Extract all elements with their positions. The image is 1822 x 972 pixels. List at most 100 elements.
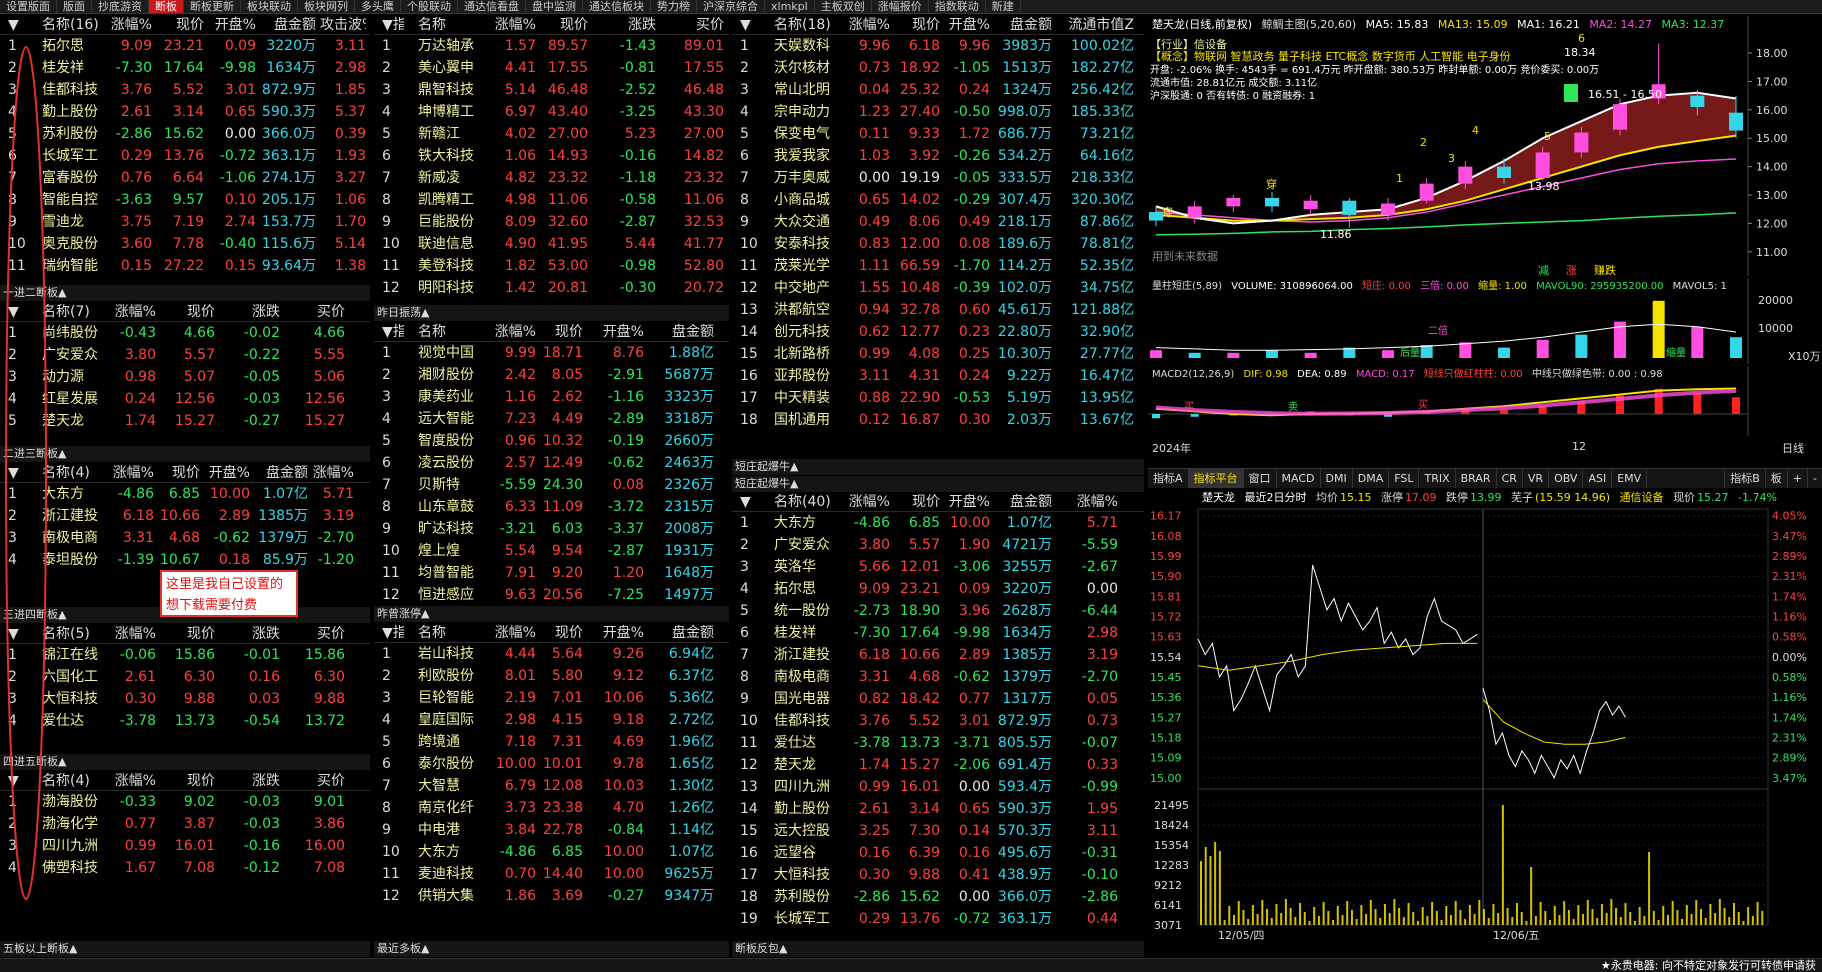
stock-name[interactable]: 安泰科技 — [774, 233, 842, 255]
column-header[interactable]: 现价 — [154, 15, 204, 35]
volume-plot[interactable]: 20000 10000 X10万 后量二倍缩量 — [1148, 278, 1822, 364]
column-header[interactable]: 开盘% — [942, 492, 990, 512]
stock-name[interactable]: 南京化纤 — [418, 797, 480, 819]
indicator-tab[interactable]: ASI — [1583, 469, 1613, 488]
layout-tab[interactable]: 板块网列 — [298, 0, 355, 13]
table-row[interactable]: 2 湘财股份 2.42 8.05 -2.91 5687万 — [374, 364, 729, 386]
column-header[interactable]: 现价 — [538, 322, 583, 342]
table-row[interactable]: 15 远大控股 3.25 7.30 0.14 570.3万 3.11 — [732, 820, 1144, 842]
list-panel-right[interactable]: ▼ 名称(18) 涨幅% 现价 开盘% 盘金额 流通市值Z 1 天娱数科 9.96 6.18 9.96… — [732, 15, 1144, 475]
table-row[interactable]: 10 大东方 -4.86 6.85 10.00 1.07亿 — [374, 841, 729, 863]
table-row[interactable]: 11 茂莱光学 1.11 66.59 -1.70 114.2万 52.35亿 — [732, 255, 1144, 277]
stock-name[interactable]: 远望谷 — [774, 842, 842, 864]
stock-name[interactable]: 万达轴承 — [418, 35, 480, 57]
table-row[interactable]: 11 均普智能 7.91 9.20 1.20 1648万 — [374, 562, 729, 584]
table-row[interactable]: 2 沃尔核材 0.73 18.92 -1.05 1513万 182.27亿 — [732, 57, 1144, 79]
stock-name[interactable]: 统一股份 — [774, 600, 842, 622]
stock-name[interactable]: 天娱数科 — [774, 35, 842, 57]
column-header[interactable]: 买价 — [285, 624, 345, 644]
stock-name[interactable]: 明阳科技 — [418, 277, 480, 299]
table-row[interactable]: 4 远大智能 7.23 4.49 -2.89 3318万 — [374, 408, 729, 430]
column-header[interactable]: 涨跌 — [596, 15, 656, 35]
table-row[interactable]: 5 智度股份 0.96 10.32 -0.19 2660万 — [374, 430, 729, 452]
indicator-tab[interactable]: 指标A — [1148, 469, 1189, 488]
stock-name[interactable]: 国光电器 — [774, 688, 842, 710]
column-header[interactable]: 涨跌 — [220, 771, 280, 791]
table-row[interactable]: 17 中天精装 0.88 22.90 -0.53 5.19万 13.95亿 — [732, 387, 1144, 409]
column-header[interactable]: 现价 — [156, 463, 200, 483]
volume-chart-panel[interactable]: 量柱短庄(5,89) VOLUME: 310896064.00 短庄: 0.00… — [1148, 278, 1822, 364]
layout-tab[interactable]: 势力榜 — [651, 0, 697, 13]
column-header[interactable]: ▼指 — [382, 322, 404, 342]
column-header[interactable]: 现价 — [538, 15, 588, 35]
stock-name[interactable]: 凯腾精工 — [418, 189, 480, 211]
stock-name[interactable]: 保变电气 — [774, 123, 842, 145]
column-header[interactable]: 买价 — [285, 771, 345, 791]
timeshare-plot[interactable]: 16.17 16.08 15.99 15.90 15.81 15.72 15.63 15.54… — [1148, 489, 1822, 943]
column-header[interactable]: 开盘% — [942, 15, 990, 35]
indicator-tab[interactable]: DMI — [1321, 469, 1353, 488]
table-row[interactable]: 1 视觉中国 9.99 18.71 8.76 1.88亿 — [374, 342, 729, 364]
table-row[interactable]: 5 新赣江 4.02 27.00 5.23 27.00 — [374, 123, 729, 145]
table-row[interactable]: 14 勤上股份 2.61 3.14 0.65 590.3万 1.95 — [732, 798, 1144, 820]
stock-name[interactable]: 大众交通 — [774, 211, 842, 233]
table-row[interactable]: 7 万丰奥威 0.00 19.19 -0.05 333.5万 218.33亿 — [732, 167, 1144, 189]
table-row[interactable]: 1 万达轴承 1.57 89.57 -1.43 89.01 — [374, 35, 729, 57]
column-header[interactable]: 流通市值Z — [1054, 15, 1134, 35]
table-row[interactable]: 2 美心翼申 4.41 17.55 -0.81 17.55 — [374, 57, 729, 79]
stock-name[interactable]: 国机通用 — [774, 409, 842, 431]
layout-tab[interactable]: 断板更新 — [184, 0, 241, 13]
stock-name[interactable]: 坤博精工 — [418, 101, 480, 123]
table-row[interactable]: 1 大东方 -4.86 6.85 10.00 1.07亿 5.71 — [732, 512, 1144, 534]
stock-name[interactable]: 勤上股份 — [774, 798, 842, 820]
table-row[interactable]: 11 麦迪科技 0.70 14.40 10.00 9625万 — [374, 863, 729, 885]
stock-name[interactable]: 巨能股份 — [418, 211, 480, 233]
table-row[interactable]: 5 跨境通 7.18 7.31 4.69 1.96亿 — [374, 731, 729, 753]
stock-name[interactable]: 跨境通 — [418, 731, 480, 753]
stock-name[interactable]: 茂莱光学 — [774, 255, 842, 277]
stock-name[interactable]: 联迪信息 — [418, 233, 480, 255]
column-header[interactable]: 盘金额 — [252, 463, 308, 483]
table-row[interactable]: 13 四川九洲 0.99 16.01 0.00 593.4万 -0.99 — [732, 776, 1144, 798]
macd-chart-panel[interactable]: MACD2(12,26,9) DIF: 0.98 DEA: 0.89 MACD:… — [1148, 366, 1822, 454]
layout-tab[interactable]: 指数联动 — [929, 0, 986, 13]
table-row[interactable]: 10 佳都科技 3.76 5.52 3.01 872.9万 0.73 — [732, 710, 1144, 732]
macd-plot[interactable]: 买卖买 — [1148, 366, 1822, 454]
table-row[interactable]: 9 国光电器 0.82 18.42 0.77 1317万 0.05 — [732, 688, 1144, 710]
column-header[interactable]: 现价 — [538, 623, 583, 643]
column-header[interactable]: 涨幅% — [108, 463, 154, 483]
panel-footer-tab[interactable]: 五板以上断板▲ — [0, 941, 370, 957]
column-header[interactable]: 名称(40) — [774, 492, 842, 512]
stock-name[interactable]: 苏利股份 — [774, 886, 842, 908]
stock-name[interactable]: 大智慧 — [418, 775, 480, 797]
stock-name[interactable]: 智度股份 — [418, 430, 480, 452]
stock-name[interactable]: 广安爱众 — [774, 534, 842, 556]
table-row[interactable]: 11 爱仕达 -3.78 13.73 -3.71 805.5万 -0.07 — [732, 732, 1144, 754]
panel-title[interactable]: 短庄起爆牛▲ — [732, 476, 1144, 492]
table-row[interactable]: 5 统一股份 -2.73 18.90 3.96 2628万 -6.44 — [732, 600, 1144, 622]
table-row[interactable]: 8 小商品城 0.65 14.02 -0.29 307.4万 320.30亿 — [732, 189, 1144, 211]
table-row[interactable]: 3 康美药业 1.16 2.62 -1.16 3323万 — [374, 386, 729, 408]
table-row[interactable]: 1 天娱数科 9.96 6.18 9.96 3983万 100.02亿 — [732, 35, 1144, 57]
stock-name[interactable]: 大东方 — [774, 512, 842, 534]
column-header[interactable]: 涨幅% — [486, 15, 536, 35]
table-row[interactable]: 18 国机通用 0.12 16.87 0.30 2.03万 13.67亿 — [732, 409, 1144, 431]
column-header[interactable]: 买价 — [285, 302, 345, 322]
table-row[interactable]: 2 利欧股份 8.01 5.80 9.12 6.37亿 — [374, 665, 729, 687]
table-row[interactable]: 6 铁大科技 1.06 14.93 -0.16 14.82 — [374, 145, 729, 167]
list-panel-zhishu[interactable]: ▼指 名称 涨幅% 现价 涨跌 买价 1 万达轴承 1.57 89.57 -1.43 89.01 2 美心… — [374, 15, 729, 321]
table-row[interactable]: 14 创元科技 0.62 12.77 0.23 22.80万 32.90亿 — [732, 321, 1144, 343]
column-header[interactable]: 涨幅% — [486, 322, 536, 342]
stock-name[interactable]: 桂发祥 — [774, 622, 842, 644]
column-header[interactable]: 名称 — [418, 322, 480, 342]
stock-name[interactable]: 沃尔核材 — [774, 57, 842, 79]
timeshare-panel[interactable]: 楚天龙 最近2日分时 均价 15.15 涨停 17.09 跌停 13.99 芜子 (15… — [1148, 489, 1822, 943]
stock-name[interactable]: 新赣江 — [418, 123, 480, 145]
layout-tab[interactable]: 通达信板块 — [583, 0, 651, 13]
column-header[interactable]: 涨幅% — [1054, 492, 1118, 512]
table-row[interactable]: 6 泰尔股份 10.00 10.01 9.78 1.65亿 — [374, 753, 729, 775]
column-header[interactable]: 名称 — [418, 623, 480, 643]
column-header[interactable]: 现价 — [892, 492, 940, 512]
stock-name[interactable]: 我爱我家 — [774, 145, 842, 167]
column-header[interactable]: 现价 — [160, 624, 215, 644]
